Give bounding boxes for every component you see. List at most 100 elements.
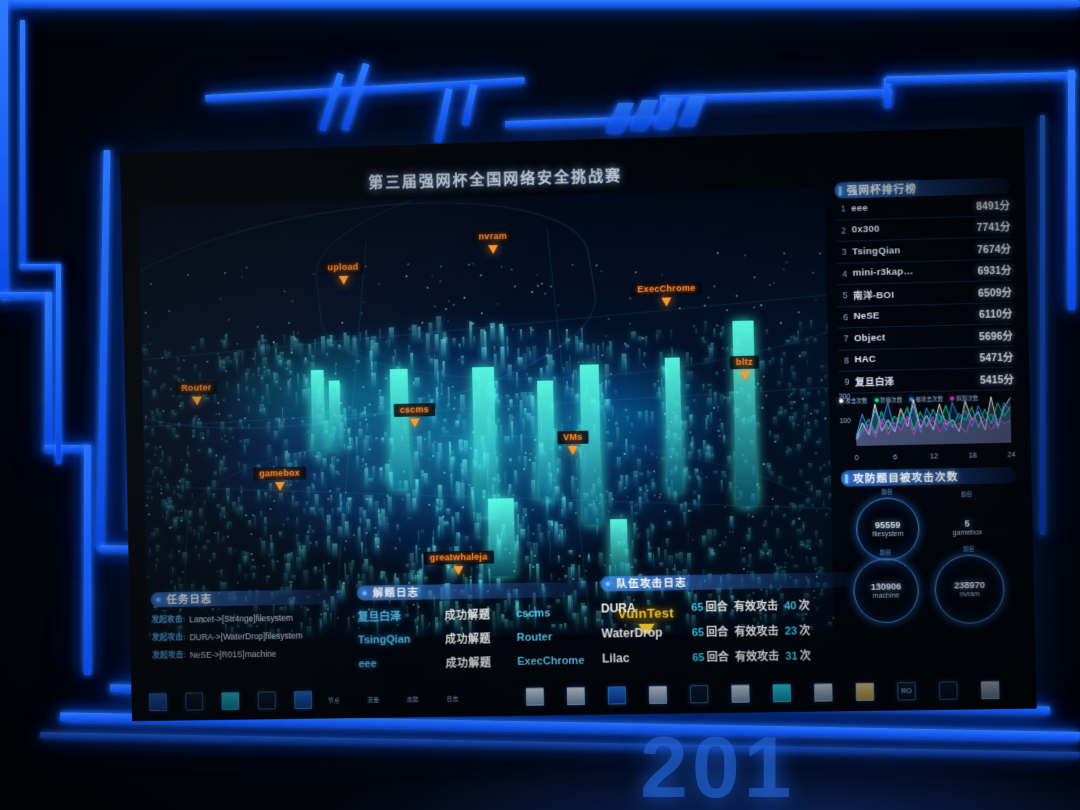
blank-icon[interactable]: [938, 681, 958, 700]
rank-score: 7741分: [976, 222, 1011, 235]
rank-team-name: Object: [853, 332, 886, 344]
rank-score: 5471分: [979, 352, 1014, 365]
rank-team-name: 0x300: [851, 223, 880, 236]
map-pin-upload[interactable]: upload: [321, 256, 365, 285]
task-log-title: 任务日志: [166, 593, 213, 606]
rank-number: 6: [842, 311, 849, 323]
status-dot-icon: [604, 580, 612, 588]
map-pin-vms[interactable]: VMs: [557, 426, 589, 455]
doc-icon[interactable]: [257, 691, 276, 710]
neon-strip: [885, 71, 1077, 84]
solve-log-action: 成功解题: [445, 633, 491, 647]
team-name: Lilac: [601, 651, 630, 666]
neon-strip: [20, 20, 25, 268]
lock-icon[interactable]: [648, 685, 668, 704]
person-icon[interactable]: [731, 684, 750, 703]
bubble-caption: 题目: [879, 550, 891, 557]
header-bar-icon: [844, 473, 849, 484]
map-pin-label: greatwhaleja: [423, 550, 494, 566]
solve-log-row: TsingQian 成功解题 Router: [358, 629, 592, 649]
team-attack-log-panel: 队伍攻击日志 DURA 65 回合 有效攻击 40 次 WaterDrop 65 回合 有效攻击 2…: [600, 572, 854, 667]
map-pin-cscms[interactable]: cscms: [393, 399, 436, 428]
team-hits-unit: 次: [799, 625, 811, 638]
photo-of-led-display-wall: 201 第三届强网杯全国网络安全挑战赛 Router gamebox uploa…: [0, 0, 1080, 810]
bubble-value: 130906: [870, 581, 902, 592]
rank-score: 8491分: [976, 200, 1011, 213]
highlight-tower: [472, 366, 498, 517]
dock-label: 节点: [327, 698, 340, 705]
neon-strip: [20, 264, 60, 269]
rank-score: 6931分: [977, 265, 1012, 278]
team-rounds: 65: [691, 626, 705, 640]
map-pin-marker-icon: [739, 371, 750, 381]
team-rounds: 65: [691, 601, 704, 615]
edit-icon[interactable]: [221, 691, 240, 711]
task-log-rows: 发起攻击: Lancet->[Str4nge]filesystem 发起攻击: DUR…: [151, 611, 348, 661]
status-dot-icon: [154, 596, 162, 604]
solve-log-team: 复旦白泽: [357, 610, 402, 624]
task-log-row: 发起攻击: Lancet->[Str4nge]filesystem: [151, 611, 348, 625]
team-hits: 23: [784, 625, 798, 638]
globe-icon[interactable]: [689, 685, 709, 704]
window-icon[interactable]: [607, 686, 627, 705]
led-dashboard-screen: 第三届强网杯全国网络安全挑战赛 Router gamebox upload csc: [119, 126, 1037, 722]
wave-icon[interactable]: [566, 686, 586, 706]
map-pin-nvram[interactable]: nvram: [472, 226, 514, 255]
rank-number: 2: [841, 225, 847, 236]
leaderboard-rows[interactable]: 1 eee 8491分 2 0x300 7741分 3 TsingQian 7674分 4 mini…: [834, 193, 1015, 394]
activity-line-chart: 100 200 0 6 12 18 24: [839, 380, 1016, 463]
map-pin-greatwhaleja[interactable]: greatwhaleja: [423, 547, 494, 576]
rank-number: 8: [843, 355, 849, 366]
shield-icon[interactable]: [855, 682, 875, 702]
bubble-value: 238970: [954, 579, 985, 591]
team-rounds: 65: [692, 651, 705, 665]
ro-icon[interactable]: RO: [897, 682, 916, 701]
map-pin-execchrome[interactable]: ExecChrome: [631, 278, 702, 308]
rank-team-name: eee: [851, 202, 869, 215]
download-icon[interactable]: [980, 680, 1000, 700]
task-log-panel: 任务日志 发起攻击: Lancet->[Str4nge]filesystem 发起攻…: [150, 588, 349, 661]
map-pin-bltz[interactable]: bltz: [729, 352, 760, 381]
bubble-name: filesystem: [871, 530, 904, 539]
rank-team-name: NeSE: [853, 310, 880, 323]
team-rounds-unit: 回合: [705, 601, 728, 614]
x-axis-tick: 0: [854, 455, 859, 463]
map-pin-marker-icon: [453, 566, 465, 576]
highlight-tower: [328, 380, 342, 451]
bubble-value: 95559: [874, 519, 901, 531]
team-effective-label: 有效攻击: [734, 650, 780, 664]
attack-count-panel: 攻防题目被攻击次数 题目 95559 filesystem 题目 5 gamebox 题目 1…: [840, 466, 1020, 628]
team-name: WaterDrop: [601, 625, 663, 641]
bubble-name: nvram: [959, 591, 980, 599]
scissors-icon[interactable]: [814, 683, 833, 702]
rank-team-name: mini-r3kap…: [852, 266, 914, 280]
badge-icon[interactable]: [294, 690, 313, 710]
dock-label: 日志: [446, 696, 459, 703]
attack-bubble-machine[interactable]: 题目 130906 machine: [852, 550, 920, 624]
panel-icon[interactable]: [772, 683, 792, 703]
status-dot-icon: [360, 589, 368, 597]
leaderboard-title: 强网杯排行榜: [846, 182, 918, 197]
map-pin-gamebox[interactable]: gamebox: [253, 463, 307, 492]
neon-strip: [45, 292, 52, 452]
x-axis-tick: 24: [1007, 451, 1016, 459]
attack-bubbles[interactable]: 题目 95559 filesystem 题目 5 gamebox 题目 130906 machi…: [841, 483, 1019, 628]
dock-label: 态势: [406, 697, 419, 704]
map-pin-router[interactable]: Router: [175, 378, 218, 407]
solve-log-action: 成功解题: [444, 609, 491, 623]
task-log-key: 发起攻击:: [152, 650, 187, 660]
bubble-value: 5: [964, 518, 970, 529]
x-axis-tick: 18: [968, 452, 977, 460]
x-axis-tick: 6: [893, 454, 898, 462]
calendar-icon[interactable]: [185, 692, 204, 711]
user-icon[interactable]: [525, 687, 545, 706]
attack-bubble-nvram[interactable]: 题目 238970 nvram: [934, 547, 1006, 625]
solve-log-team: eee: [358, 658, 377, 671]
bubble-caption: 题目: [963, 546, 975, 553]
team-attack-log-rows: DURA 65 回合 有效攻击 40 次 WaterDrop 65 回合 有效攻击 23 次 Lilac…: [601, 596, 854, 666]
bottom-icon-dock[interactable]: 节点 流量 态势 日志 RO: [131, 664, 1037, 721]
task-log-value: DURA->[WaterDrop]filesystem: [189, 629, 303, 642]
map-pin-label: bltz: [729, 355, 760, 370]
solve-log-row: 复旦白泽 成功解题 cscms: [357, 605, 591, 625]
chart-icon[interactable]: [149, 693, 168, 712]
